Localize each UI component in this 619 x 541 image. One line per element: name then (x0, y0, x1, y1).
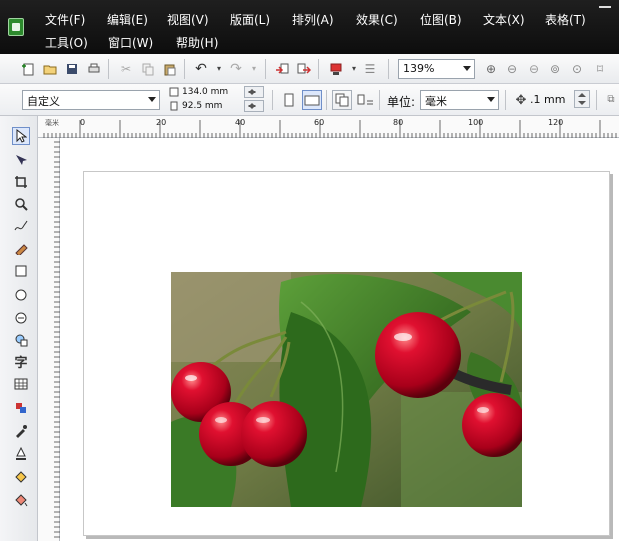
fill-tool-icon[interactable] (12, 468, 30, 486)
standard-toolbar: ✂ ↶ ▾ ↷ ▾ ▾ ☰ 139% ⊕ ⊖ ⊖ ⊚ ⊙ ⌑ (0, 54, 619, 84)
ruler-label-40: 40 (235, 118, 246, 127)
interactive-tool-icon[interactable] (12, 399, 30, 417)
ruler-label-60: 60 (314, 118, 325, 127)
save-icon[interactable] (64, 61, 80, 77)
crop-tool-icon[interactable] (12, 173, 30, 191)
page-preset-combo[interactable]: 自定义 (22, 90, 160, 110)
paste-icon[interactable] (162, 61, 178, 77)
app-launcher-dropdown-icon[interactable]: ▾ (346, 61, 362, 77)
smart-fill-tool-icon[interactable] (12, 239, 30, 257)
ruler-ticks (43, 120, 617, 138)
eyedropper-tool-icon[interactable] (12, 422, 30, 440)
height-spinner[interactable] (244, 100, 264, 112)
interactive-fill-tool-icon[interactable] (12, 491, 30, 509)
zoom-in-icon[interactable]: ⊕ (483, 61, 499, 77)
chevron-down-icon (463, 66, 471, 71)
menu-arrange[interactable]: 排列(A) (292, 11, 334, 28)
polygon-tool-icon[interactable] (12, 309, 30, 327)
menu-bar: 文件(F) 编辑(E) 视图(V) 版面(L) 排列(A) 效果(C) 位图(B… (0, 0, 619, 54)
text-tool-glyph: 字 (14, 355, 28, 371)
menu-file[interactable]: 文件(F) (45, 11, 85, 28)
all-pages-icon[interactable] (332, 90, 352, 110)
unit-combo[interactable]: 毫米 (420, 90, 499, 110)
export-icon[interactable] (296, 61, 312, 77)
open-icon[interactable] (42, 61, 58, 77)
current-page-icon[interactable] (357, 92, 373, 108)
chevron-down-icon (487, 97, 495, 102)
page-height-field[interactable]: 92.5 mm (182, 101, 222, 111)
menu-text[interactable]: 文本(X) (483, 11, 525, 28)
welcome-screen-icon[interactable]: ☰ (362, 61, 378, 77)
zoom-level-value: 139% (403, 62, 435, 75)
horizontal-ruler[interactable]: 毫米 0 20 40 60 80 100 120 (38, 116, 619, 138)
portrait-icon[interactable] (281, 92, 297, 108)
basic-shapes-tool-icon[interactable] (12, 331, 30, 349)
minimize-icon[interactable] (599, 6, 611, 8)
freehand-tool-icon[interactable] (12, 217, 30, 235)
property-bar: 自定义 134.0 mm 92.5 mm 单位: 毫米 ✥ .1 mm ⧉ (0, 84, 619, 116)
zoom-width-icon[interactable]: ⌑ (592, 61, 608, 77)
duplicate-distance-icon[interactable]: ⧉ (603, 92, 619, 108)
menu-window[interactable]: 窗口(W) (108, 34, 153, 51)
ruler-label-120: 120 (548, 118, 564, 127)
unit-label: 单位: (387, 95, 416, 109)
height-icon (168, 100, 180, 112)
ruler-label-20: 20 (156, 118, 167, 127)
import-icon[interactable] (274, 61, 290, 77)
pick-tool-icon[interactable] (12, 127, 30, 145)
ellipse-tool-icon[interactable] (12, 286, 30, 304)
cut-icon[interactable]: ✂ (118, 61, 134, 77)
menu-effects[interactable]: 效果(C) (356, 11, 398, 28)
ruler-ticks-vertical (54, 141, 60, 538)
print-icon[interactable] (86, 61, 102, 77)
page-preset-value: 自定义 (27, 95, 60, 108)
zoom-selected-icon[interactable]: ⊖ (526, 61, 542, 77)
menu-table[interactable]: 表格(T) (545, 11, 586, 28)
vertical-ruler[interactable] (38, 138, 60, 541)
menu-help[interactable]: 帮助(H) (176, 34, 218, 51)
chevron-down-icon (148, 97, 156, 102)
outline-tool-icon[interactable] (12, 445, 30, 463)
redo-icon[interactable]: ↷ (228, 61, 244, 77)
cherries-photo[interactable] (171, 272, 522, 507)
width-spinner[interactable] (244, 86, 264, 98)
menu-tools[interactable]: 工具(O) (45, 34, 88, 51)
landscape-icon[interactable] (302, 90, 322, 110)
zoom-all-icon[interactable]: ⊚ (547, 61, 563, 77)
menu-view[interactable]: 视图(V) (167, 11, 209, 28)
app-launcher-icon[interactable] (328, 61, 344, 77)
zoom-tool-icon[interactable] (12, 195, 30, 213)
zoom-page-icon[interactable]: ⊙ (569, 61, 585, 77)
ruler-label-0: 0 (80, 118, 86, 127)
page-width-field[interactable]: 134.0 mm (182, 87, 228, 97)
undo-icon[interactable]: ↶ (193, 61, 209, 77)
table-tool-icon[interactable] (12, 375, 30, 393)
toolbox: 字 (0, 116, 38, 541)
undo-dropdown-icon[interactable]: ▾ (211, 61, 227, 77)
menu-layout[interactable]: 版面(L) (230, 11, 270, 28)
redo-dropdown-icon[interactable]: ▾ (246, 61, 262, 77)
zoom-out-icon[interactable]: ⊖ (504, 61, 520, 77)
text-tool-icon[interactable]: 字 (12, 352, 30, 371)
width-icon (168, 86, 180, 98)
copy-icon[interactable] (140, 61, 156, 77)
new-icon[interactable] (20, 61, 36, 77)
app-icon[interactable] (8, 18, 24, 36)
menu-bitmaps[interactable]: 位图(B) (420, 11, 462, 28)
menu-edit[interactable]: 编辑(E) (107, 11, 148, 28)
nudge-icon: ✥ (515, 92, 527, 108)
shape-tool-icon[interactable] (12, 151, 30, 169)
nudge-spinner[interactable] (574, 90, 590, 108)
ruler-label-80: 80 (393, 118, 404, 127)
zoom-level-combo[interactable]: 139% (398, 59, 475, 79)
ruler-label-100: 100 (468, 118, 484, 127)
rectangle-tool-icon[interactable] (12, 262, 30, 280)
nudge-distance-field[interactable]: .1 mm (530, 93, 565, 106)
unit-value: 毫米 (425, 95, 447, 108)
